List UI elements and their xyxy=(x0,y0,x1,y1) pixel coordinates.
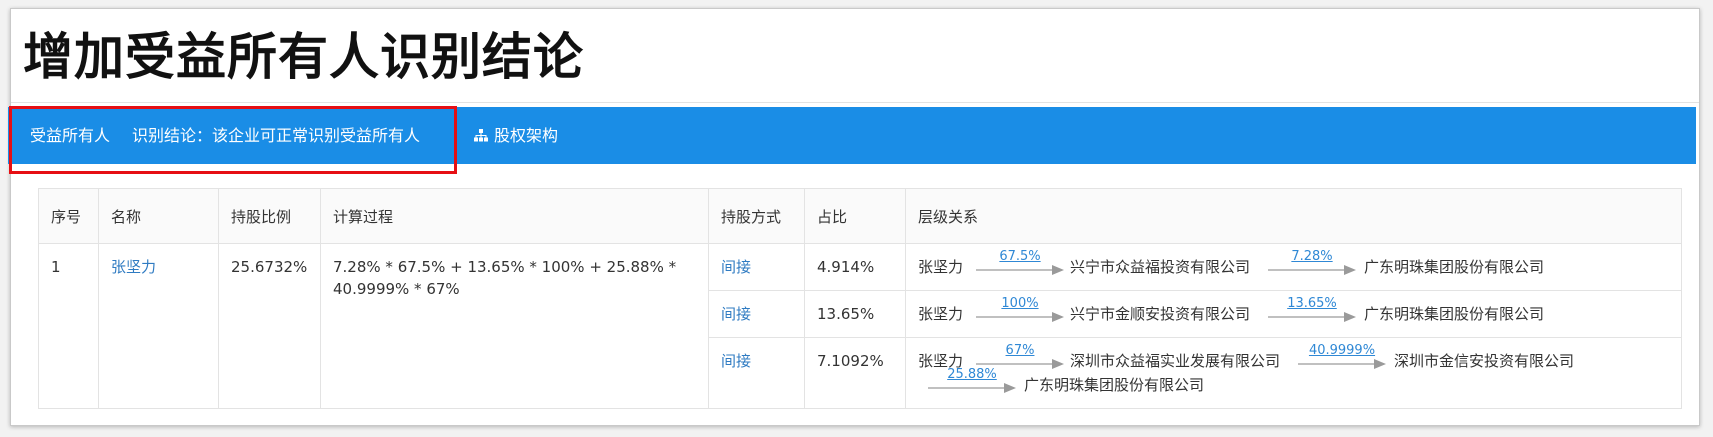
arrow-percentage[interactable]: 13.65% xyxy=(1287,297,1337,310)
row-share-ratio: 25.6732% xyxy=(218,243,321,409)
table-row: 1 张坚力 25.6732% 7.28% * 67.5% + 13.65% * … xyxy=(38,243,1682,409)
arrow-percentage[interactable]: 25.88% xyxy=(947,368,997,381)
chain-arrow: 67% xyxy=(976,344,1064,369)
beneficial-owner-bar: 受益所有人 识别结论：该企业可正常识别受益所有人 股权架构 xyxy=(8,107,1696,164)
arrow-right-icon xyxy=(928,383,1016,393)
beneficial-owner-table: 序号 名称 持股比例 计算过程 持股方式 占比 层级关系 1 张坚力 25.67… xyxy=(38,188,1682,409)
chain-arrow: 40.9999% xyxy=(1298,344,1386,369)
arrow-percentage[interactable]: 67.5% xyxy=(999,250,1040,263)
chain-entity: 张坚力 xyxy=(918,305,964,323)
header-calculation: 计算过程 xyxy=(320,188,709,244)
path-proportion: 7.1092% xyxy=(804,337,906,409)
header-holding-method: 持股方式 xyxy=(708,188,805,244)
arrow-right-icon xyxy=(976,312,1064,322)
header-index: 序号 xyxy=(38,188,99,244)
chain-arrow: 100% xyxy=(976,297,1064,322)
header-name: 名称 xyxy=(98,188,219,244)
path-proportion: 13.65% xyxy=(804,290,906,338)
path-proportion: 4.914% xyxy=(804,243,906,291)
sitemap-icon xyxy=(474,129,488,142)
chain-entity: 广东明珠集团股份有限公司 xyxy=(1364,305,1545,323)
row-index: 1 xyxy=(38,243,99,409)
hierarchy-path: 张坚力 100% 兴宁市金顺安投资有限公司 13.65% 广东明珠集团股份有限公… xyxy=(905,290,1682,338)
arrow-right-icon xyxy=(1268,265,1356,275)
chain-entity: 深圳市金信安投资有限公司 xyxy=(1394,352,1575,370)
chain-entity: 广东明珠集团股份有限公司 xyxy=(1364,258,1545,276)
arrow-percentage[interactable]: 67% xyxy=(1006,344,1035,357)
chain-arrow: 7.28% xyxy=(1268,250,1356,275)
chain-entity: 张坚力 xyxy=(918,258,964,276)
equity-structure-label: 股权架构 xyxy=(494,126,559,145)
page-title: 增加受益所有人识别结论 xyxy=(23,27,584,86)
beneficial-owner-label: 受益所有人 xyxy=(30,126,111,145)
holding-method: 间接 xyxy=(708,243,805,291)
arrow-percentage[interactable]: 7.28% xyxy=(1291,250,1332,263)
header-share-ratio: 持股比例 xyxy=(218,188,321,244)
hierarchy-chain: 张坚力 100% 兴宁市金顺安投资有限公司 13.65% 广东明珠集团股份有限公… xyxy=(918,297,1669,325)
chain-entity: 兴宁市金顺安投资有限公司 xyxy=(1070,305,1251,323)
chain-arrow: 13.65% xyxy=(1268,297,1356,322)
holding-method: 间接 xyxy=(708,290,805,338)
table-header-row: 序号 名称 持股比例 计算过程 持股方式 占比 层级关系 xyxy=(38,188,1682,244)
hierarchy-chain: 张坚力 67% 深圳市众益福实业发展有限公司 40.9999% 深圳市金信安投资… xyxy=(918,344,1669,372)
hierarchy-path: 张坚力 67% 深圳市众益福实业发展有限公司 40.9999% 深圳市金信安投资… xyxy=(905,337,1682,409)
hierarchy-chain: 张坚力 67.5% 兴宁市众益福投资有限公司 7.28% 广东明珠集团股份有限公… xyxy=(918,250,1669,278)
header-proportion: 占比 xyxy=(804,188,906,244)
arrow-right-icon xyxy=(976,265,1064,275)
chain-entity: 深圳市众益福实业发展有限公司 xyxy=(1070,352,1281,370)
chain-entity: 兴宁市众益福投资有限公司 xyxy=(1070,258,1251,276)
chain-arrow: 67.5% xyxy=(976,250,1064,275)
arrow-right-icon xyxy=(1268,312,1356,322)
row-calculation: 7.28% * 67.5% + 13.65% * 100% + 25.88% *… xyxy=(320,243,709,409)
holding-method: 间接 xyxy=(708,337,805,409)
equity-structure-link[interactable]: 股权架构 xyxy=(474,107,558,164)
title-divider xyxy=(11,102,1699,103)
arrow-percentage[interactable]: 100% xyxy=(1001,297,1038,310)
hierarchy-chain-continued: 25.88% 广东明珠集团股份有限公司 xyxy=(918,368,1669,396)
arrow-percentage[interactable]: 40.9999% xyxy=(1309,344,1375,357)
identification-conclusion: 识别结论：该企业可正常识别受益所有人 xyxy=(132,126,421,145)
owner-name-link[interactable]: 张坚力 xyxy=(98,243,219,409)
chain-arrow: 25.88% xyxy=(928,368,1016,393)
arrow-right-icon xyxy=(1298,359,1386,369)
header-hierarchy: 层级关系 xyxy=(905,188,1682,244)
hierarchy-path: 张坚力 67.5% 兴宁市众益福投资有限公司 7.28% 广东明珠集团股份有限公… xyxy=(905,243,1682,291)
chain-entity: 广东明珠集团股份有限公司 xyxy=(1024,376,1205,394)
